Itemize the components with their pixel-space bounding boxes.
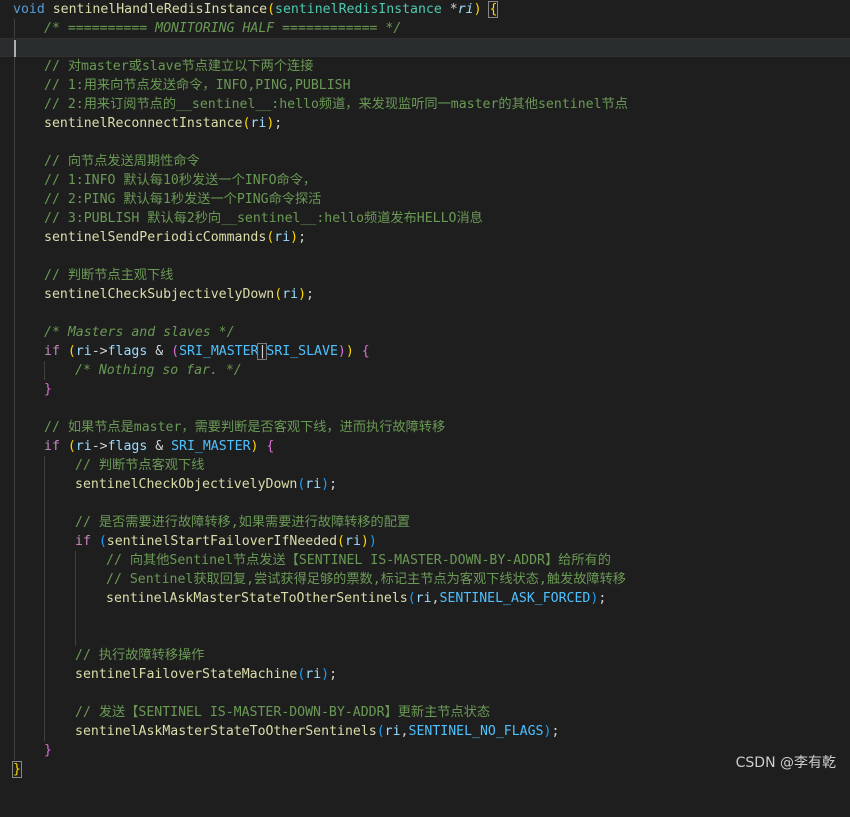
code-line <box>0 133 850 152</box>
function-call: sentinelAskMasterStateToOtherSentinels <box>75 724 377 739</box>
code-line <box>0 304 850 323</box>
comment: // 2:用来订阅节点的__sentinel__:hello频道，来发现监听同一… <box>44 97 628 112</box>
comment: // 判断节点客观下线 <box>75 458 205 473</box>
constant: SRI_SLAVE <box>266 344 338 359</box>
code-line: /* ========== MONITORING HALF ==========… <box>0 19 850 38</box>
code-line: } <box>0 741 850 760</box>
keyword-if: if <box>75 534 91 549</box>
comment: // 发送【SENTINEL IS-MASTER-DOWN-BY-ADDR】更新… <box>75 705 491 720</box>
constant: SENTINEL_ASK_FORCED <box>439 591 591 606</box>
function-call: sentinelAskMasterStateToOtherSentinels <box>106 591 408 606</box>
comment: /* Nothing so far. */ <box>75 363 242 378</box>
comment: // 向节点发送周期性命令 <box>44 154 200 169</box>
code-editor[interactable]: void sentinelHandleRedisInstance(sentine… <box>0 0 850 782</box>
comment: // 是否需要进行故障转移,如果需要进行故障转移的配置 <box>75 515 411 530</box>
code-line: sentinelCheckSubjectivelyDown(ri); <box>0 285 850 304</box>
code-line: sentinelCheckObjectivelyDown(ri); <box>0 475 850 494</box>
code-line <box>0 494 850 513</box>
function-call: sentinelCheckSubjectivelyDown <box>44 287 275 302</box>
function-call: sentinelFailoverStateMachine <box>75 667 298 682</box>
code-line <box>0 627 850 646</box>
code-line: /* Masters and slaves */ <box>0 323 850 342</box>
code-line: sentinelAskMasterStateToOtherSentinels(r… <box>0 589 850 608</box>
comment: // 3:PUBLISH 默认每2秒向__sentinel__:hello频道发… <box>44 211 483 226</box>
code-line: /* Nothing so far. */ <box>0 361 850 380</box>
code-line <box>0 608 850 627</box>
code-line: // 判断节点客观下线 <box>0 456 850 475</box>
param-type: sentinelRedisInstance <box>275 2 442 17</box>
current-line <box>0 38 850 57</box>
keyword-if: if <box>44 439 60 454</box>
param-name: ri <box>457 2 474 17</box>
comment: // 2:PING 默认每1秒发送一个PING命令探活 <box>44 192 322 207</box>
keyword-if: if <box>44 344 60 359</box>
code-line: // 向节点发送周期性命令 <box>0 152 850 171</box>
code-line: // 执行故障转移操作 <box>0 646 850 665</box>
code-line <box>0 684 850 703</box>
function-call: sentinelReconnectInstance <box>44 116 243 131</box>
comment: // 执行故障转移操作 <box>75 648 205 663</box>
code-line: // 判断节点主观下线 <box>0 266 850 285</box>
constant: SRI_MASTER <box>171 439 251 454</box>
constant: SENTINEL_NO_FLAGS <box>408 724 544 739</box>
code-line: // 发送【SENTINEL IS-MASTER-DOWN-BY-ADDR】更新… <box>0 703 850 722</box>
code-line <box>0 399 850 418</box>
comment: /* ========== MONITORING HALF ==========… <box>44 21 402 36</box>
comment: // 1:用来向节点发送命令，INFO,PING,PUBLISH <box>44 78 351 93</box>
comment: // 1:INFO 默认每10秒发送一个INFO命令， <box>44 173 317 188</box>
code-line: sentinelSendPeriodicCommands(ri); <box>0 228 850 247</box>
code-line: // 1:用来向节点发送命令，INFO,PING,PUBLISH <box>0 76 850 95</box>
comment: /* Masters and slaves */ <box>44 325 235 340</box>
code-line: sentinelReconnectInstance(ri); <box>0 114 850 133</box>
code-line: // 是否需要进行故障转移,如果需要进行故障转移的配置 <box>0 513 850 532</box>
function-call: sentinelStartFailoverIfNeeded <box>106 534 338 549</box>
comment: // 判断节点主观下线 <box>44 268 174 283</box>
text-cursor <box>14 40 16 57</box>
code-line: void sentinelHandleRedisInstance(sentine… <box>13 1 499 18</box>
code-line: if (sentinelStartFailoverIfNeeded(ri)) <box>0 532 850 551</box>
keyword-void: void <box>13 2 45 17</box>
comment: // 如果节点是master，需要判断是否客观下线，进而执行故障转移 <box>44 420 446 435</box>
code-line: // 1:INFO 默认每10秒发送一个INFO命令， <box>0 171 850 190</box>
code-line <box>0 247 850 266</box>
function-call: sentinelCheckObjectivelyDown <box>75 477 298 492</box>
watermark: CSDN @李有乾 <box>735 755 836 771</box>
close-brace-highlight: } <box>12 761 22 778</box>
open-brace-highlight: { <box>488 1 499 18</box>
code-line: // 如果节点是master，需要判断是否客观下线，进而执行故障转移 <box>0 418 850 437</box>
comment: // Sentinel获取回复,尝试获得足够的票数,标记主节点为客观下线状态,触… <box>106 572 626 587</box>
code-line: if (ri->flags & (SRI_MASTER|SRI_SLAVE)) … <box>0 342 850 361</box>
code-line: sentinelAskMasterStateToOtherSentinels(r… <box>0 722 850 741</box>
code-line: if (ri->flags & SRI_MASTER) { <box>0 437 850 456</box>
constant: SRI_MASTER <box>179 344 259 359</box>
function-call: sentinelSendPeriodicCommands <box>44 230 267 245</box>
code-line: // 对master或slave节点建立以下两个连接 <box>0 57 850 76</box>
code-line: // 向其他Sentinel节点发送【SENTINEL IS-MASTER-DO… <box>0 551 850 570</box>
code-line: } <box>0 380 850 399</box>
comment: // 对master或slave节点建立以下两个连接 <box>44 59 314 74</box>
code-line: // 3:PUBLISH 默认每2秒向__sentinel__:hello频道发… <box>0 209 850 228</box>
code-line: // Sentinel获取回复,尝试获得足够的票数,标记主节点为客观下线状态,触… <box>0 570 850 589</box>
code-line: // 2:用来订阅节点的__sentinel__:hello频道，来发现监听同一… <box>0 95 850 114</box>
code-line: } <box>0 760 850 779</box>
code-line: // 2:PING 默认每1秒发送一个PING命令探活 <box>0 190 850 209</box>
comment: // 向其他Sentinel节点发送【SENTINEL IS-MASTER-DO… <box>106 553 611 568</box>
code-line: sentinelFailoverStateMachine(ri); <box>0 665 850 684</box>
function-name: sentinelHandleRedisInstance <box>52 2 268 17</box>
